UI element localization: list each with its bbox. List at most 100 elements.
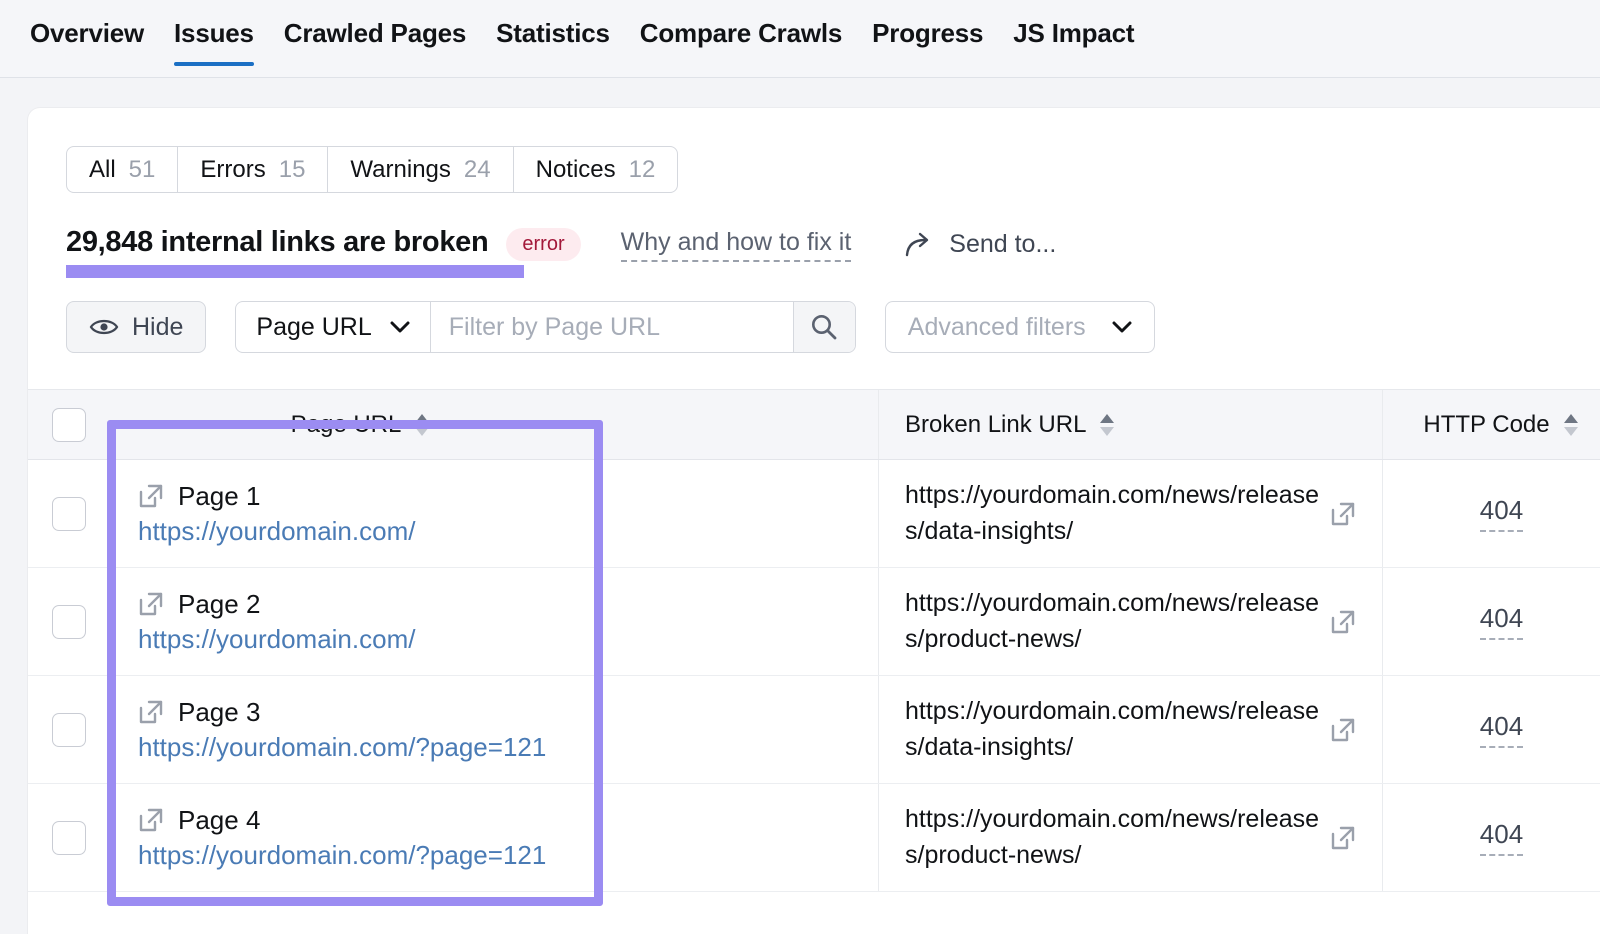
cell-broken-link-url: https://yourdomain.com/news/releases/pro… [878,568,1382,675]
issue-title-wrap: 29,848 internal links are broken [66,226,488,263]
chevron-down-icon [390,321,410,333]
filter-input-group: Page URL [235,301,855,353]
page-url-link[interactable]: https://yourdomain.com/ [138,516,584,547]
row-select-cell [28,460,110,567]
broken-link-url-text: https://yourdomain.com/news/releases/dat… [905,478,1320,549]
tab-overview[interactable]: Overview [30,0,144,65]
column-page-url-label: Page URL [291,411,402,439]
external-link-icon[interactable] [1330,609,1356,635]
cell-page-url: Page 4 https://yourdomain.com/?page=121 [110,784,610,891]
cell-broken-link-url: https://yourdomain.com/news/releases/pro… [878,784,1382,891]
external-link-icon[interactable] [138,699,164,725]
column-broken-link-url-header[interactable]: Broken Link URL [905,411,1116,439]
tab-progress[interactable]: Progress [872,0,983,65]
broken-link-url-text: https://yourdomain.com/news/releases/dat… [905,694,1320,765]
sort-arrows-icon[interactable] [413,411,431,439]
page-title-line: Page 3 [138,697,584,728]
cell-page-url: Page 2 https://yourdomain.com/ [110,568,610,675]
issue-type-segmented-control: All 51 Errors 15 Warnings 24 Notices 12 [66,146,678,193]
segment-errors-label: Errors [200,156,265,184]
issue-header: 29,848 internal links are broken error W… [66,226,1600,263]
tab-crawled-pages[interactable]: Crawled Pages [284,0,466,65]
tab-statistics[interactable]: Statistics [496,0,610,65]
segment-notices-label: Notices [536,156,616,184]
send-to-label: Send to... [949,230,1056,259]
table-row[interactable]: Page 3 https://yourdomain.com/?page=121 … [28,676,1600,784]
advanced-filters-dropdown[interactable]: Advanced filters [885,301,1155,353]
why-and-how-to-fix-link[interactable]: Why and how to fix it [621,228,852,262]
http-code-value[interactable]: 404 [1480,711,1523,748]
row-select-cell [28,676,110,783]
external-link-icon[interactable] [138,483,164,509]
row-checkbox[interactable] [52,821,86,855]
cell-http-code: 404 [1382,568,1600,675]
issues-card: All 51 Errors 15 Warnings 24 Notices 12 … [28,108,1600,934]
http-code-value[interactable]: 404 [1480,495,1523,532]
page-url-link[interactable]: https://yourdomain.com/?page=121 [138,732,584,763]
chevron-down-icon [1112,321,1132,333]
tab-issues[interactable]: Issues [174,0,254,65]
row-checkbox[interactable] [52,605,86,639]
segment-notices[interactable]: Notices 12 [514,147,678,192]
table-row[interactable]: Page 2 https://yourdomain.com/ https://y… [28,568,1600,676]
hide-label: Hide [132,313,183,342]
page-title-line: Page 2 [138,589,584,620]
segment-errors[interactable]: Errors 15 [178,147,328,192]
external-link-icon[interactable] [1330,501,1356,527]
broken-link-url-text: https://yourdomain.com/news/releases/pro… [905,586,1320,657]
segment-warnings-count: 24 [464,156,491,184]
page-url-link[interactable]: https://yourdomain.com/?page=121 [138,840,584,871]
sort-arrows-icon[interactable] [1098,411,1116,439]
cell-http-code: 404 [1382,676,1600,783]
filter-field-select[interactable]: Page URL [236,302,430,352]
cell-page-url: Page 3 https://yourdomain.com/?page=121 [110,676,610,783]
spacer-cell [610,784,878,891]
column-broken-link-url-label: Broken Link URL [905,411,1086,439]
http-code-value[interactable]: 404 [1480,603,1523,640]
external-link-icon[interactable] [138,807,164,833]
page-url-link[interactable]: https://yourdomain.com/ [138,624,584,655]
page-title: Page 1 [178,481,260,512]
external-link-icon[interactable] [1330,825,1356,851]
row-checkbox[interactable] [52,497,86,531]
broken-link-url-text: https://yourdomain.com/news/releases/pro… [905,802,1320,873]
send-to-button[interactable]: Send to... [905,230,1056,259]
page-title: Page 2 [178,589,260,620]
column-http-code-header[interactable]: HTTP Code [1423,411,1579,439]
hide-button[interactable]: Hide [66,301,206,353]
segment-all-label: All [89,156,116,184]
cell-page-url: Page 1 https://yourdomain.com/ [110,460,610,567]
segment-warnings[interactable]: Warnings 24 [328,147,513,192]
external-link-icon[interactable] [1330,717,1356,743]
search-icon [809,312,839,342]
sort-arrows-icon[interactable] [1562,411,1580,439]
row-checkbox[interactable] [52,713,86,747]
segment-all[interactable]: All 51 [67,147,178,192]
column-broken-link-url[interactable]: Broken Link URL [878,390,1382,459]
tab-js-impact[interactable]: JS Impact [1013,0,1134,65]
segment-all-count: 51 [129,156,156,184]
advanced-filters-label: Advanced filters [908,313,1086,342]
issue-title: 29,848 internal links are broken [66,226,488,258]
table-header-row: Page URL Broken Link URL [28,390,1600,460]
external-link-icon[interactable] [138,591,164,617]
column-page-url-header[interactable]: Page URL [291,411,432,439]
http-code-value[interactable]: 404 [1480,819,1523,856]
segment-warnings-label: Warnings [350,156,450,184]
filter-field-label: Page URL [256,313,371,342]
column-http-code[interactable]: HTTP Code [1382,390,1600,459]
main-tab-bar: Overview Issues Crawled Pages Statistics… [0,0,1600,78]
column-page-url[interactable]: Page URL [110,390,610,459]
spacer-cell [610,460,878,567]
filter-search-input[interactable] [431,302,793,352]
spacer-column [610,390,878,459]
tab-compare-crawls[interactable]: Compare Crawls [640,0,842,65]
search-button[interactable] [793,302,855,352]
table-row[interactable]: Page 1 https://yourdomain.com/ https://y… [28,460,1600,568]
select-all-checkbox[interactable] [52,408,86,442]
cell-broken-link-url: https://yourdomain.com/news/releases/dat… [878,460,1382,567]
cell-http-code: 404 [1382,784,1600,891]
page-title-line: Page 4 [138,805,584,836]
table-row[interactable]: Page 4 https://yourdomain.com/?page=121 … [28,784,1600,892]
share-arrow-icon [905,232,935,258]
